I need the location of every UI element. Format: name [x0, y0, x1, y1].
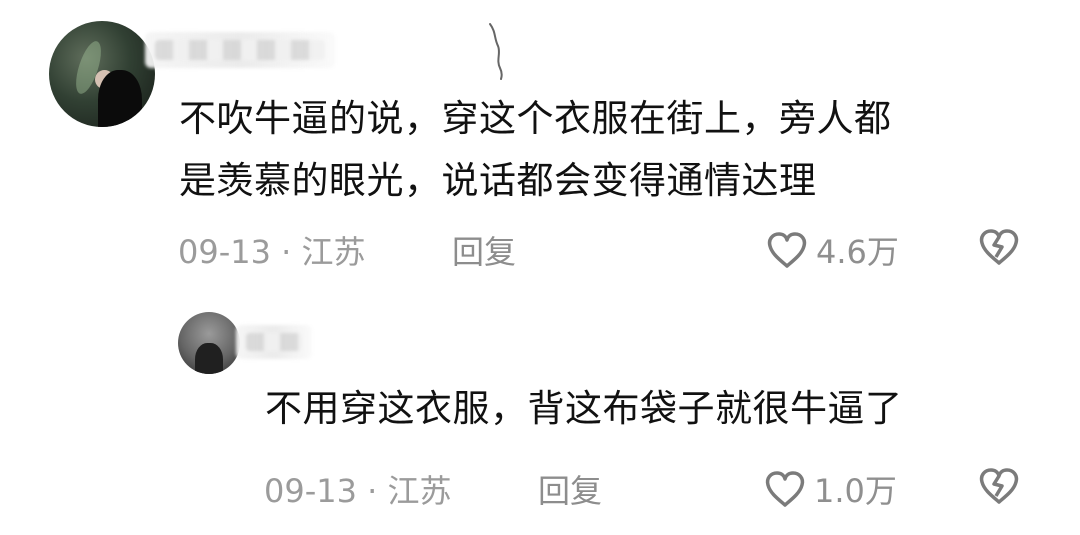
comment-text-line-2: 是羡慕的眼光，说话都会变得通情达理: [179, 159, 817, 202]
comment-text-line-1: 不吹牛逼的说，穿这个衣服在街上，旁人都: [179, 97, 892, 140]
broken-heart-icon: [979, 229, 1019, 265]
username-blurred: [236, 325, 312, 359]
avatar[interactable]: [49, 21, 155, 127]
reply-button[interactable]: 回复: [452, 227, 516, 273]
avatar[interactable]: [178, 312, 240, 374]
broken-heart-icon: [979, 468, 1019, 504]
like-button[interactable]: 4.6万: [766, 227, 899, 273]
reply-meta: 09-13 · 江苏: [264, 472, 452, 510]
heart-outline-icon: [767, 232, 807, 268]
like-count: 4.6万: [816, 233, 899, 271]
reply-text: 不用穿这衣服，背这布袋子就很牛逼了: [265, 387, 903, 430]
avatar-person: [195, 343, 223, 374]
dislike-button[interactable]: [974, 466, 1024, 506]
like-button[interactable]: 1.0万: [764, 466, 897, 512]
like-count: 1.0万: [814, 472, 897, 510]
avatar-person: [97, 69, 143, 127]
comment-meta: 09-13 · 江苏: [178, 233, 366, 271]
heart-outline-icon: [765, 471, 805, 507]
username-blurred: [145, 32, 335, 68]
reply-button[interactable]: 回复: [538, 466, 602, 512]
decorative-mark: [489, 23, 503, 80]
dislike-button[interactable]: [974, 227, 1024, 267]
